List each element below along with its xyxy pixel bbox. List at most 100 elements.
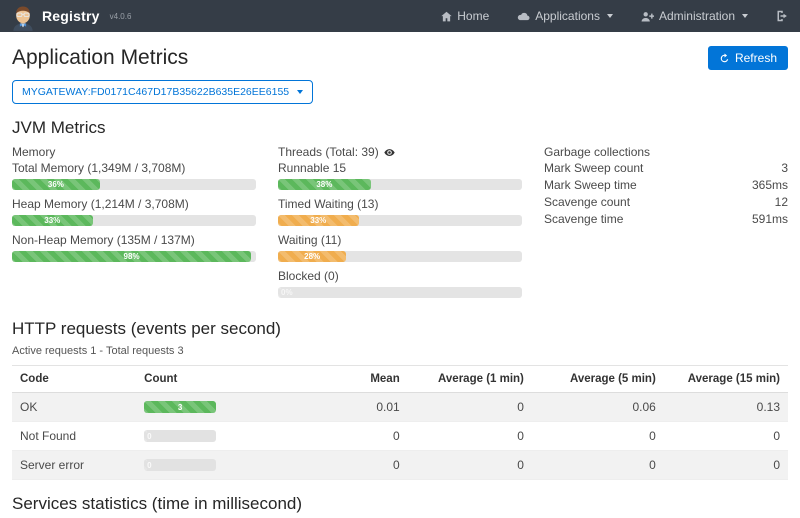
navbar-menu: Home Applications Administration (441, 9, 788, 23)
http-requests-table: Code Count Mean Average (1 min) Average … (12, 365, 788, 480)
nav-home-label: Home (457, 9, 489, 23)
waiting-progressbar: 28% (278, 251, 522, 262)
caret-down-icon (607, 14, 613, 18)
memory-title: Memory (12, 144, 256, 160)
http-requests-subtitle: Active requests 1 - Total requests 3 (12, 345, 788, 357)
main-content: Application Metrics Refresh MYGATEWAY:FD… (0, 32, 800, 518)
http-mean: 0.01 (299, 393, 408, 422)
progress-label: 0% (281, 288, 293, 297)
http-code: Not Found (12, 422, 136, 451)
progress-label: 98% (124, 252, 140, 261)
http-avg15: 0.13 (664, 393, 788, 422)
brand[interactable]: Registry v4.0.6 (12, 1, 131, 31)
count-progressbar: 3 (144, 401, 216, 413)
brand-name: Registry (42, 8, 100, 24)
table-row: Server error 0 0 0 0 0 (12, 451, 788, 480)
memory-column: Memory Total Memory (1,349M / 3,708M) 36… (12, 144, 256, 305)
page-title: Application Metrics (12, 46, 188, 70)
runnable-progressbar: 38% (278, 179, 522, 190)
col-header-avg5: Average (5 min) (532, 366, 664, 393)
count-progressbar: 0 (144, 430, 216, 442)
sign-out-icon (776, 10, 788, 22)
brand-version: v4.0.6 (110, 12, 132, 21)
nav-applications-label: Applications (535, 9, 600, 23)
home-icon (441, 11, 452, 22)
progress-label: 33% (310, 216, 326, 225)
http-mean: 0 (299, 451, 408, 480)
jvm-metrics-title: JVM Metrics (12, 118, 788, 138)
nonheap-memory-progressbar: 98% (12, 251, 256, 262)
progress-fill: 33% (12, 215, 93, 226)
http-avg15: 0 (664, 422, 788, 451)
gc-value: 12 (775, 194, 788, 211)
http-avg1: 0 (408, 422, 532, 451)
total-memory-progressbar: 36% (12, 179, 256, 190)
refresh-icon (719, 53, 730, 64)
instance-selector-dropdown[interactable]: MYGATEWAY:FD0171C467D17B35622B635E26EE61… (12, 80, 313, 104)
gc-title: Garbage collections (544, 144, 788, 160)
gc-row: Scavenge time591ms (544, 211, 788, 228)
gc-value: 365ms (752, 177, 788, 194)
blocked-progressbar: 0% (278, 287, 522, 298)
heap-memory-label: Heap Memory (1,214M / 3,708M) (12, 197, 256, 212)
gc-row: Scavenge count 12 (544, 194, 788, 211)
http-mean: 0 (299, 422, 408, 451)
http-avg15: 0 (664, 451, 788, 480)
blocked-label: Blocked (0) (278, 269, 522, 284)
navbar: Registry v4.0.6 Home Applications Admini… (0, 0, 800, 32)
gc-label: Mark Sweep time (544, 177, 637, 194)
timed-waiting-label: Timed Waiting (13) (278, 197, 522, 212)
gc-row: Mark Sweep time 365ms (544, 177, 788, 194)
col-header-code: Code (12, 366, 136, 393)
gc-label: Mark Sweep count (544, 160, 643, 177)
table-row: OK 3 0.01 0 0.06 0.13 (12, 393, 788, 422)
http-avg5: 0.06 (532, 393, 664, 422)
nav-home[interactable]: Home (441, 9, 489, 23)
total-memory-label: Total Memory (1,349M / 3,708M) (12, 161, 256, 176)
gc-value: 3 (781, 160, 788, 177)
progress-fill: 0% (278, 287, 281, 298)
nav-administration[interactable]: Administration (641, 9, 748, 23)
progress-fill: 38% (278, 179, 371, 190)
nav-signout[interactable] (776, 10, 788, 22)
eye-icon[interactable] (384, 147, 395, 158)
count-label: 0 (147, 461, 151, 470)
http-code: OK (12, 393, 136, 422)
count-fill: 0 (144, 459, 147, 471)
caret-down-icon (742, 14, 748, 18)
http-avg5: 0 (532, 422, 664, 451)
gc-row: Mark Sweep count 3 (544, 160, 788, 177)
count-label: 0 (147, 432, 151, 441)
progress-label: 33% (44, 216, 60, 225)
count-progressbar: 0 (144, 459, 216, 471)
gc-label: Scavenge count (544, 194, 630, 211)
count-label: 3 (178, 403, 182, 412)
caret-down-icon (297, 90, 303, 94)
user-plus-icon (641, 11, 654, 22)
gc-label: Scavenge time (544, 211, 623, 228)
progress-label: 36% (48, 180, 64, 189)
gc-column: Garbage collections Mark Sweep count 3 Ma… (544, 144, 788, 305)
instance-selector-value: MYGATEWAY:FD0171C467D17B35622B635E26EE61… (22, 86, 289, 98)
runnable-label: Runnable 15 (278, 161, 522, 176)
progress-label: 28% (304, 252, 320, 261)
nav-applications[interactable]: Applications (517, 9, 613, 23)
col-header-avg15: Average (15 min) (664, 366, 788, 393)
col-header-avg1: Average (1 min) (408, 366, 532, 393)
timed-waiting-progressbar: 33% (278, 215, 522, 226)
progress-label: 38% (316, 180, 332, 189)
jhipster-logo-icon (12, 5, 34, 31)
progress-fill: 28% (278, 251, 346, 262)
screen: Registry v4.0.6 Home Applications Admini… (0, 0, 800, 518)
progress-fill: 36% (12, 179, 100, 190)
progress-fill: 98% (12, 251, 251, 262)
refresh-button[interactable]: Refresh (708, 46, 788, 70)
threads-column: Threads (Total: 39) Runnable 15 38% Time… (278, 144, 522, 305)
count-fill: 3 (144, 401, 216, 413)
cloud-icon (517, 11, 530, 22)
col-header-mean: Mean (299, 366, 408, 393)
http-avg5: 0 (532, 451, 664, 480)
refresh-label: Refresh (735, 51, 777, 65)
http-avg1: 0 (408, 451, 532, 480)
http-code: Server error (12, 451, 136, 480)
